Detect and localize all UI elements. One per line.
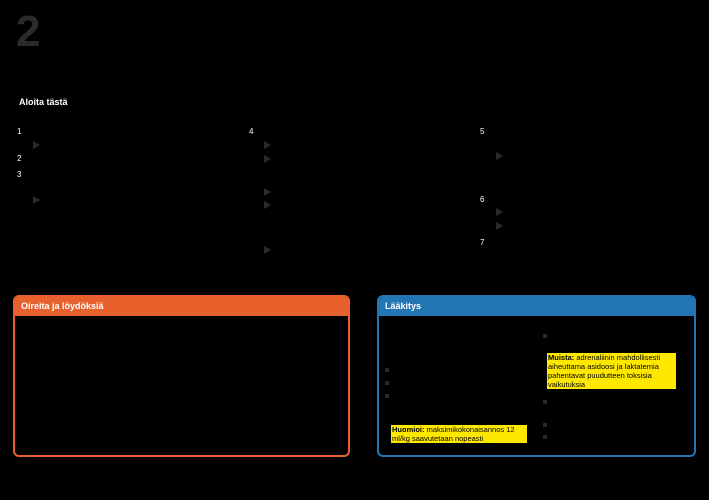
triangle-bullet-icon (496, 208, 503, 216)
step-6-number: 6 (480, 195, 485, 204)
step-4-number: 4 (249, 127, 254, 136)
medication-panel: Lääkitys Huomioi: maksimikokonaisannos 1… (377, 295, 696, 457)
medication-panel-title: Lääkitys (379, 297, 694, 316)
remember-label: Muista: (548, 353, 575, 362)
start-here-label: Aloita tästä (19, 97, 68, 107)
triangle-bullet-icon (33, 196, 40, 204)
triangle-bullet-icon (264, 141, 271, 149)
square-bullet-icon (385, 394, 389, 398)
symptoms-panel: Oireita ja löydöksiä (13, 295, 350, 457)
square-bullet-icon (543, 400, 547, 404)
step-1-number: 1 (17, 127, 22, 136)
step-number: 2 (16, 7, 41, 56)
adrenaline-reminder: Muista: adrenaliinin mahdollisesti aiheu… (547, 353, 676, 389)
triangle-bullet-icon (264, 201, 271, 209)
step-2-number: 2 (17, 154, 22, 163)
square-bullet-icon (543, 435, 547, 439)
max-dose-note: Huomioi: maksimikokonaisannos 12 ml/kg s… (391, 425, 527, 443)
triangle-bullet-icon (264, 246, 271, 254)
square-bullet-icon (543, 334, 547, 338)
step-3-number: 3 (17, 170, 22, 179)
square-bullet-icon (543, 423, 547, 427)
square-bullet-icon (385, 368, 389, 372)
triangle-bullet-icon (496, 152, 503, 160)
note-label: Huomioi: (392, 425, 425, 434)
step-5-number: 5 (480, 127, 485, 136)
triangle-bullet-icon (264, 155, 271, 163)
square-bullet-icon (385, 381, 389, 385)
triangle-bullet-icon (33, 141, 40, 149)
step-7-number: 7 (480, 238, 485, 247)
triangle-bullet-icon (264, 188, 271, 196)
triangle-bullet-icon (496, 222, 503, 230)
symptoms-panel-title: Oireita ja löydöksiä (15, 297, 348, 316)
